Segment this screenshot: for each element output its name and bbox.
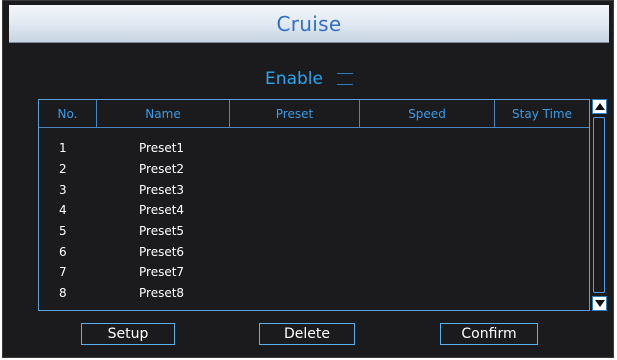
table-body: 1 Preset1 2 Preset2 3 Preset3 4 Preset4 …	[39, 128, 589, 304]
confirm-button[interactable]: Confirm	[440, 323, 538, 345]
row-name: Preset7	[139, 265, 185, 280]
table-row[interactable]: 2 Preset2	[39, 159, 589, 180]
column-header-speed[interactable]: Speed	[360, 100, 495, 127]
column-header-name[interactable]: Name	[97, 100, 230, 127]
row-number: 4	[59, 203, 67, 218]
row-name: Preset1	[139, 141, 185, 156]
triangle-up-icon	[594, 103, 605, 110]
row-name: Preset8	[139, 286, 185, 301]
enable-label: Enable	[265, 69, 323, 89]
table-row[interactable]: 6 Preset6	[39, 241, 589, 262]
row-name: Preset6	[139, 244, 185, 259]
row-name: Preset2	[139, 162, 185, 177]
dialog-title: Cruise	[276, 11, 342, 36]
row-number: 2	[59, 162, 67, 177]
table-row[interactable]: 5 Preset5	[39, 221, 589, 242]
table-row[interactable]: 4 Preset4	[39, 200, 589, 221]
title-bar: Cruise	[9, 5, 609, 43]
table-row[interactable]: 7 Preset7	[39, 262, 589, 283]
scroll-down-button[interactable]	[592, 296, 607, 311]
row-name: Preset3	[139, 182, 185, 197]
table-scrollbar[interactable]	[592, 99, 607, 311]
scroll-track[interactable]	[593, 117, 605, 293]
enable-row: Enable	[9, 65, 609, 93]
preset-table: No. Name Preset Speed Stay Time 1 Preset…	[38, 99, 590, 311]
cruise-dialog: Cruise Enable No. Name Preset Speed Stay…	[2, 0, 614, 358]
delete-button[interactable]: Delete	[259, 323, 355, 345]
column-header-no[interactable]: No.	[39, 100, 97, 127]
setup-button[interactable]: Setup	[81, 323, 175, 345]
table-row[interactable]: 1 Preset1	[39, 138, 589, 159]
column-header-preset[interactable]: Preset	[230, 100, 360, 127]
row-number: 7	[59, 265, 67, 280]
triangle-down-icon	[594, 300, 605, 307]
scroll-up-button[interactable]	[592, 99, 607, 114]
content-panel: Enable No. Name Preset Speed Stay Time 1…	[9, 53, 609, 351]
row-number: 3	[59, 182, 67, 197]
row-number: 6	[59, 244, 67, 259]
row-name: Preset5	[139, 224, 185, 239]
row-number: 1	[59, 141, 67, 156]
row-name: Preset4	[139, 203, 185, 218]
row-number: 8	[59, 286, 67, 301]
table-row[interactable]: 8 Preset8	[39, 283, 589, 304]
enable-checkbox[interactable]	[336, 72, 353, 86]
table-header: No. Name Preset Speed Stay Time	[39, 100, 589, 128]
table-row[interactable]: 3 Preset3	[39, 179, 589, 200]
column-header-stay-time[interactable]: Stay Time	[495, 100, 589, 127]
row-number: 5	[59, 224, 67, 239]
